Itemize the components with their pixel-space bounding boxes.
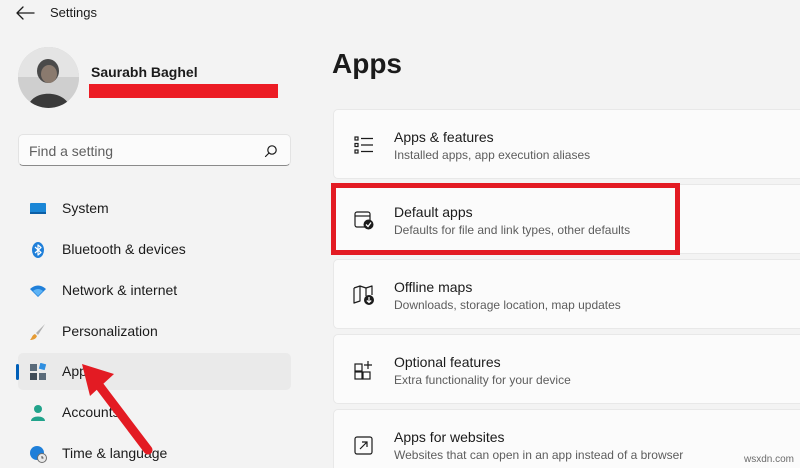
sidebar-item-label: Personalization: [62, 323, 158, 339]
title-bar: Settings: [0, 0, 800, 28]
apps-icon: [30, 363, 47, 380]
card-title: Default apps: [394, 204, 473, 220]
sidebar-item-apps[interactable]: Apps: [16, 353, 291, 390]
default-apps-icon: [354, 211, 374, 230]
open-external-icon: [354, 436, 373, 455]
map-download-icon: [353, 285, 374, 305]
brush-icon: [30, 324, 45, 340]
globe-clock-icon: [30, 446, 47, 463]
sidebar-item-label: Network & internet: [62, 282, 178, 298]
card-subtitle: Installed apps, app execution aliases: [394, 148, 591, 162]
search-input[interactable]: [29, 142, 259, 160]
grid-plus-icon: [354, 361, 372, 380]
redaction-bar: [89, 84, 278, 98]
card-title: Apps for websites: [394, 429, 505, 445]
person-icon: [31, 405, 45, 421]
back-arrow-icon[interactable]: [14, 4, 36, 22]
sidebar-item-personalization[interactable]: Personalization: [18, 313, 291, 350]
wifi-icon: [30, 285, 46, 297]
watermark: wsxdn.com: [743, 454, 794, 465]
sidebar-item-system[interactable]: System: [18, 190, 291, 227]
page-title: Apps: [332, 48, 402, 79]
avatar-photo: [18, 47, 79, 108]
card-subtitle: Downloads, storage location, map updates: [394, 298, 621, 312]
sidebar-item-label: System: [62, 200, 109, 216]
card-apps-for-websites[interactable]: Apps for websites Websites that can open…: [333, 409, 800, 468]
card-apps-features[interactable]: Apps & features Installed apps, app exec…: [333, 109, 800, 179]
card-offline-maps[interactable]: Offline maps Downloads, storage location…: [333, 259, 800, 329]
card-subtitle: Websites that can open in an app instead…: [394, 448, 684, 462]
sidebar-item-label: Time & language: [62, 445, 168, 461]
card-subtitle: Extra functionality for your device: [394, 373, 571, 387]
card-title: Offline maps: [394, 279, 473, 295]
sidebar-item-time-language[interactable]: Time & language: [18, 435, 291, 468]
avatar[interactable]: [18, 47, 79, 108]
sidebar-item-network[interactable]: Network & internet: [18, 272, 291, 309]
search-icon[interactable]: [264, 144, 278, 158]
monitor-icon: [30, 203, 46, 214]
sidebar-item-label: Bluetooth & devices: [62, 241, 186, 257]
sidebar-item-bluetooth[interactable]: Bluetooth & devices: [18, 231, 291, 268]
sidebar-item-accounts[interactable]: Accounts: [18, 394, 291, 431]
card-default-apps[interactable]: Default apps Defaults for file and link …: [333, 184, 800, 254]
card-title: Apps & features: [394, 129, 494, 145]
list-icon: [354, 136, 373, 154]
sidebar-item-label: Apps: [62, 363, 94, 379]
bluetooth-icon: [32, 242, 44, 258]
window-title: Settings: [50, 5, 97, 20]
user-name: Saurabh Baghel: [91, 64, 198, 80]
search-box[interactable]: [18, 134, 291, 166]
card-subtitle: Defaults for file and link types, other …: [394, 223, 631, 237]
card-optional-features[interactable]: Optional features Extra functionality fo…: [333, 334, 800, 404]
card-title: Optional features: [394, 354, 501, 370]
selection-indicator: [16, 364, 19, 380]
sidebar-item-label: Accounts: [62, 404, 120, 420]
